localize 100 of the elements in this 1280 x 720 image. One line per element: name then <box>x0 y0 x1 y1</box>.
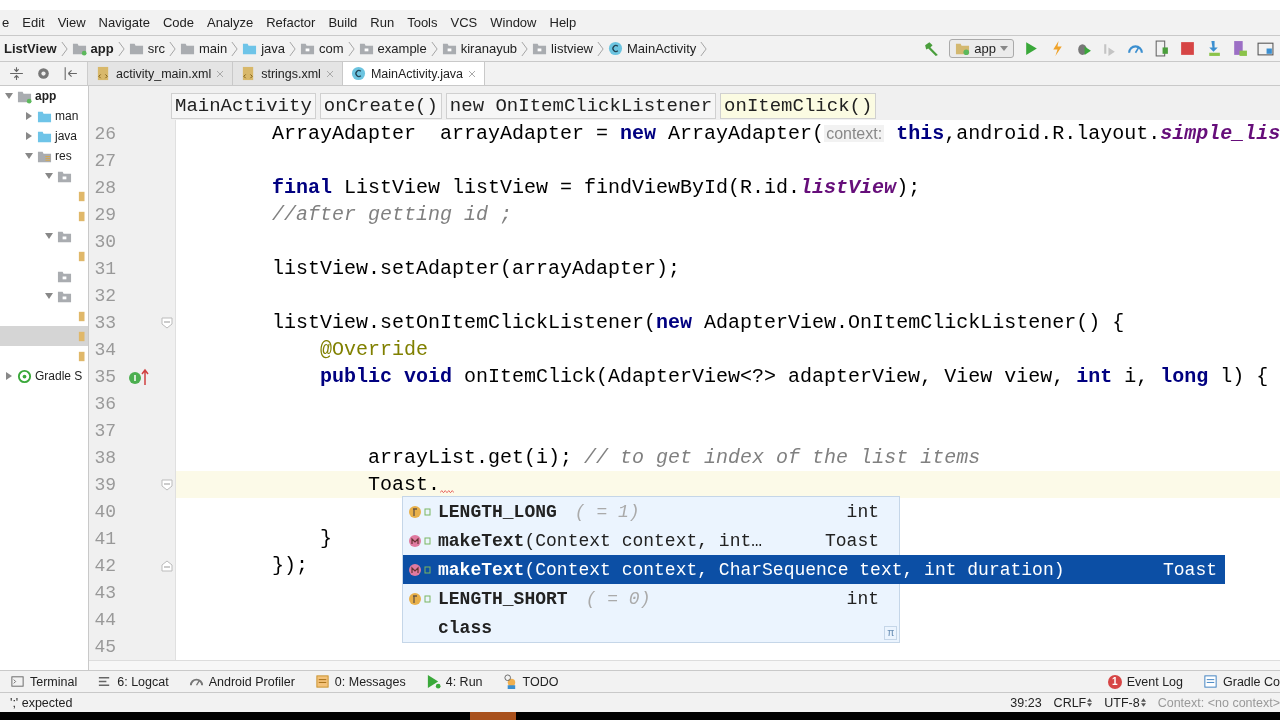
line-number: 35 <box>93 366 116 387</box>
menu-item[interactable]: View <box>57 15 86 30</box>
menu-item[interactable]: Tools <box>407 15 438 30</box>
line-number: 43 <box>93 582 116 603</box>
breadcrumb[interactable]: src <box>128 41 165 56</box>
chevron-icon <box>597 39 604 58</box>
module-folder-icon <box>955 41 971 56</box>
stop-icon[interactable] <box>1179 40 1196 57</box>
tree-item[interactable]: app <box>0 86 88 106</box>
implements-icon[interactable] <box>127 367 150 386</box>
line-number: 37 <box>93 420 116 441</box>
tree-item[interactable]: Gradle S <box>0 366 88 386</box>
menu-item[interactable]: Build <box>328 15 358 30</box>
context-indicator: Context: <no context> <box>1157 695 1280 710</box>
breadcrumb[interactable]: main <box>180 41 228 56</box>
structure-breadcrumb[interactable]: onCreate() <box>319 93 442 119</box>
menu-item[interactable]: Help <box>549 15 577 30</box>
fold-icon[interactable] <box>161 478 173 491</box>
fold-icon[interactable] <box>161 559 173 572</box>
editor-tab[interactable]: activity_main.xml <box>88 62 234 85</box>
menu-item[interactable]: Code <box>162 15 194 30</box>
editor-tab[interactable]: MainActivity.java <box>342 62 486 85</box>
line-number: 30 <box>93 231 116 252</box>
close-icon[interactable] <box>468 69 477 78</box>
class-icon <box>608 41 623 56</box>
line-separator-dropdown[interactable]: CRLF <box>1053 695 1093 710</box>
breadcrumb[interactable]: example <box>358 41 427 56</box>
editor-tab[interactable]: strings.xml <box>233 62 343 85</box>
menu-item[interactable]: Run <box>370 15 395 30</box>
close-icon[interactable] <box>325 69 334 78</box>
menu-item[interactable]: Edit <box>22 15 45 30</box>
tree-item[interactable]: java <box>0 126 88 146</box>
menu-item[interactable]: VCS <box>450 15 478 30</box>
collapse-icon[interactable] <box>8 65 25 82</box>
package-icon <box>358 41 374 56</box>
breadcrumb[interactable]: ListView <box>4 41 57 56</box>
expand-arrow-icon[interactable] <box>44 291 54 301</box>
completion-item[interactable]: class <box>403 613 881 642</box>
layout-icon[interactable] <box>1257 40 1274 57</box>
close-icon[interactable] <box>216 69 225 78</box>
pin-icon[interactable] <box>62 65 79 82</box>
expand-arrow-icon[interactable] <box>4 371 14 381</box>
code-line: public void onItemClick(AdapterView<?> adapterView, View view, int i, long l) { <box>319 365 1269 388</box>
menu-item[interactable]: Navigate <box>98 15 150 30</box>
line-number: 36 <box>93 393 116 414</box>
line-number: 26 <box>93 123 116 144</box>
tool-window-button[interactable]: Gradle Co <box>1203 674 1280 689</box>
tool-window-button[interactable]: 1 Event Log <box>1107 674 1183 689</box>
tool-window-button[interactable]: 0: Messages <box>314 674 406 689</box>
menu-item[interactable]: Refactor <box>266 15 316 30</box>
completion-item[interactable]: LENGTH_LONG ( = 1) int <box>403 497 881 526</box>
structure-breadcrumb[interactable]: onItemClick() <box>720 93 877 119</box>
settings-icon[interactable] <box>35 65 52 82</box>
breadcrumb[interactable]: app <box>71 41 114 56</box>
code-line: ArrayAdapter arrayAdapter = new ArrayAdapter(context: this,android.R.layout.simple_lis <box>271 122 1280 145</box>
caret-position[interactable]: 39:23 <box>1010 695 1042 710</box>
device-icon[interactable] <box>1153 40 1170 57</box>
line-number: 28 <box>93 177 116 198</box>
menu-item[interactable]: Window <box>490 15 537 30</box>
chevron-icon <box>117 39 125 58</box>
completion-item[interactable]: makeText(Context context, int… Toast <box>403 526 881 555</box>
package-icon <box>441 41 457 56</box>
encoding-dropdown[interactable]: UTF-8 <box>1104 695 1146 710</box>
line-number: 39 <box>93 474 116 495</box>
tree-item[interactable]: man <box>0 106 88 126</box>
menu-item[interactable]: e <box>2 15 10 30</box>
completion-item[interactable]: makeText(Context context, CharSequence text, int duration) Toast <box>403 555 1225 584</box>
package-icon <box>300 41 316 56</box>
run-icon[interactable] <box>1023 40 1040 57</box>
hammer-icon[interactable] <box>923 40 941 57</box>
structure-breadcrumb[interactable]: new OnItemClickListener <box>445 93 717 119</box>
tool-window-button[interactable]: 4: Run <box>425 674 483 689</box>
tool-window-button[interactable]: Android Profiler <box>188 674 295 689</box>
line-number: 44 <box>93 609 116 630</box>
code-line: @Override <box>319 338 429 361</box>
fold-icon[interactable] <box>161 316 173 329</box>
run-configuration-dropdown[interactable]: app <box>949 39 1014 58</box>
tool-window-button[interactable]: 6: Logcat <box>97 674 169 689</box>
code-line: listView.setAdapter(arrayAdapter); <box>271 257 681 280</box>
completion-item[interactable]: LENGTH_SHORT ( = 0) int <box>403 584 881 613</box>
phone-icon[interactable] <box>1231 40 1248 57</box>
breadcrumb[interactable]: listview <box>532 41 593 56</box>
code-line: final ListView listView = findViewById(R.id.listView); <box>271 176 921 199</box>
package-icon <box>532 41 548 56</box>
breadcrumb[interactable]: java <box>242 41 286 56</box>
chevron-icon <box>700 39 708 58</box>
expand-arrow-icon[interactable] <box>44 231 54 241</box>
chevron-icon <box>169 39 176 58</box>
folder-icon <box>242 41 258 56</box>
structure-breadcrumb[interactable]: MainActivity <box>171 93 316 119</box>
tree-item[interactable]: res <box>0 146 88 166</box>
tool-window-button[interactable]: TODO <box>502 674 559 689</box>
line-number: 32 <box>93 285 116 306</box>
tool-window-button[interactable]: Terminal <box>10 674 78 689</box>
line-number: 33 <box>93 312 116 333</box>
menu-item[interactable]: Analyze <box>207 15 254 30</box>
breadcrumb[interactable]: MainActivity <box>608 41 697 56</box>
up-down-icon <box>1140 698 1146 707</box>
breadcrumb[interactable]: com <box>300 41 344 56</box>
breadcrumb[interactable]: kiranayub <box>441 41 518 56</box>
